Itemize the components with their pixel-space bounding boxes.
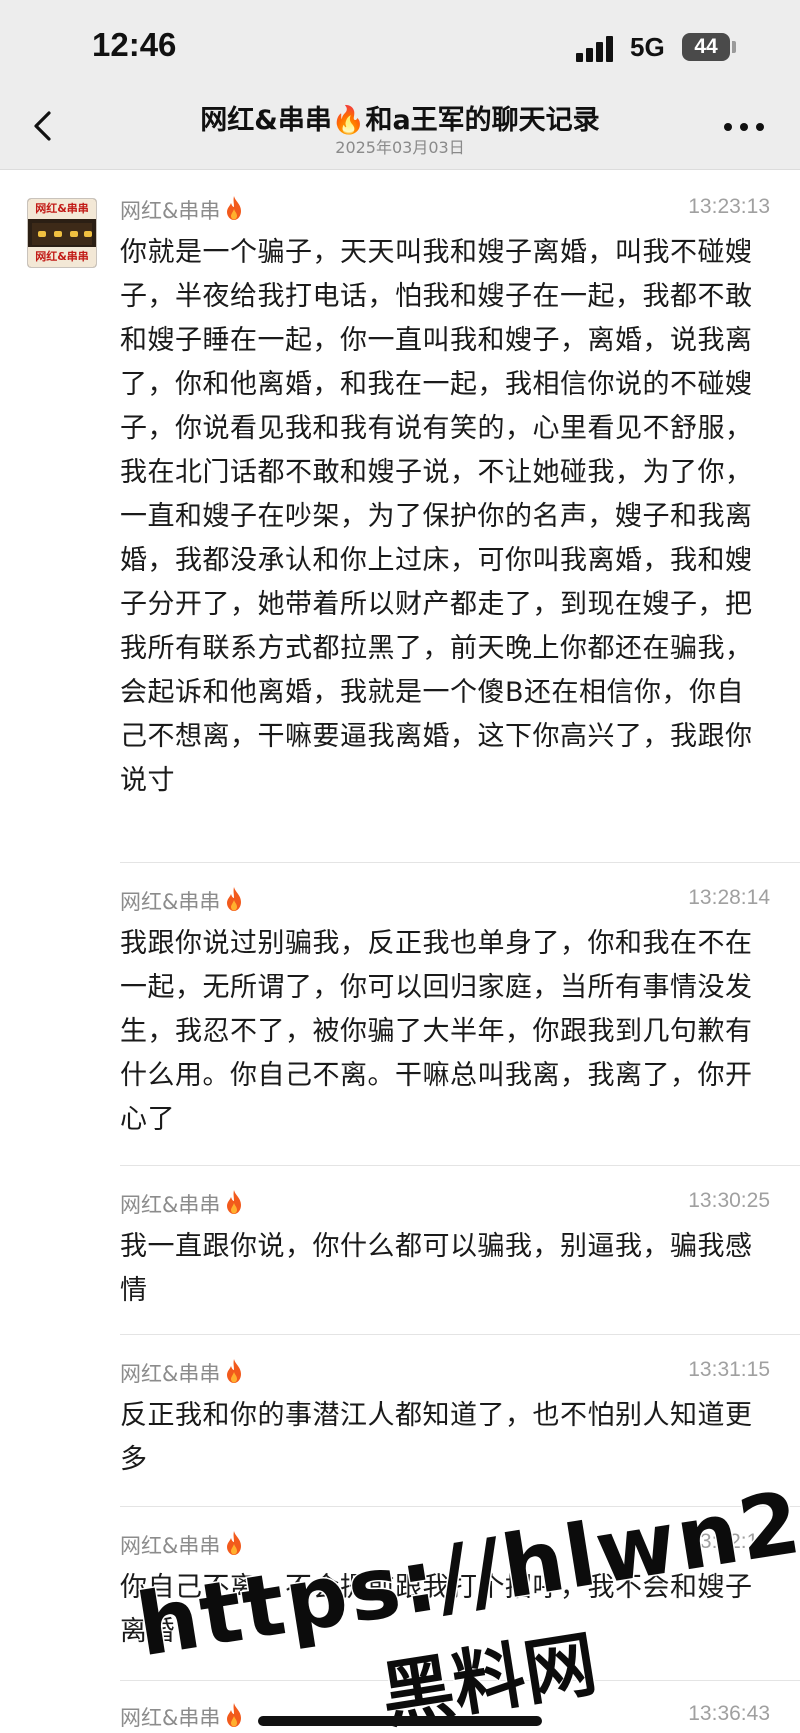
fire-icon	[227, 887, 242, 911]
fire-icon	[227, 1359, 242, 1383]
avatar-sign-text-2: 网红&串串	[28, 247, 96, 267]
network-type: 5G	[630, 32, 665, 62]
fire-icon	[227, 196, 242, 220]
sender-name: 网红&串串	[120, 886, 246, 916]
chat-message: 网红&串串 13:23:13 你就是一个骗子，天天叫我和嫂子离婚，叫我不碰嫂子，…	[120, 195, 770, 803]
fire-icon	[227, 1190, 242, 1214]
avatar-sign-text: 网红&串串	[28, 199, 96, 219]
battery-icon: 44	[682, 33, 730, 61]
divider	[120, 1334, 800, 1335]
message-text[interactable]: 我一直跟你说，你什么都可以骗我，别逼我，骗我感情	[120, 1225, 770, 1313]
sender-name: 网红&串串	[120, 195, 246, 225]
home-indicator[interactable]	[258, 1716, 542, 1726]
avatar-storefront	[32, 223, 92, 245]
status-time: 12:46	[92, 26, 177, 63]
nav-bar: 网红&串串🔥和a王军的聊天记录 2025年03月03日	[0, 96, 800, 170]
message-time: 13:30:25	[688, 1189, 770, 1212]
sender-name: 网红&串串	[120, 1702, 246, 1732]
chat-message: 网红&串串 13:31:15 反正我和你的事潜江人都知道了，也不怕别人知道更多	[120, 1358, 770, 1482]
sender-name: 网红&串串	[120, 1530, 246, 1560]
message-time: 13:32:17	[688, 1530, 770, 1553]
message-text[interactable]: 你就是一个骗子，天天叫我和嫂子离婚，叫我不碰嫂子，半夜给我打电话，怕我和嫂子在一…	[120, 231, 770, 803]
message-text[interactable]: 你自己不离，不会提前跟我打个招呼，我不会和嫂子离婚	[120, 1566, 770, 1654]
signal-icon	[576, 34, 616, 62]
fire-icon	[227, 1531, 242, 1555]
more-dots-icon[interactable]	[722, 120, 766, 134]
divider	[120, 1165, 800, 1166]
message-time: 13:31:15	[688, 1358, 770, 1381]
fire-icon	[227, 1703, 242, 1727]
chat-title: 网红&串串🔥和a王军的聊天记录	[200, 105, 600, 136]
chat-message: 网红&串串 13:28:14 我跟你说过别骗我，反正我也单身了，你和我在不在一起…	[120, 886, 770, 1142]
battery-tip	[732, 41, 736, 53]
message-time: 13:28:14	[688, 886, 770, 909]
divider	[120, 862, 800, 863]
status-bar: 12:46 5G 44	[0, 0, 800, 96]
divider	[120, 1680, 800, 1681]
avatar[interactable]: 网红&串串 网红&串串	[27, 198, 97, 268]
message-time: 13:23:13	[688, 195, 770, 218]
chat-date: 2025年03月03日	[335, 138, 465, 157]
sender-name: 网红&串串	[120, 1358, 246, 1388]
message-text[interactable]: 我跟你说过别骗我，反正我也单身了，你和我在不在一起，无所谓了，你可以回归家庭，当…	[120, 922, 770, 1142]
chat-message: 网红&串串 13:30:25 我一直跟你说，你什么都可以骗我，别逼我，骗我感情	[120, 1189, 770, 1313]
message-time: 13:36:43	[688, 1702, 770, 1725]
divider	[120, 1506, 800, 1507]
message-text[interactable]: 反正我和你的事潜江人都知道了，也不怕别人知道更多	[120, 1394, 770, 1482]
sender-name: 网红&串串	[120, 1189, 246, 1219]
chat-message: 网红&串串 13:32:17 你自己不离，不会提前跟我打个招呼，我不会和嫂子离婚	[120, 1530, 770, 1654]
